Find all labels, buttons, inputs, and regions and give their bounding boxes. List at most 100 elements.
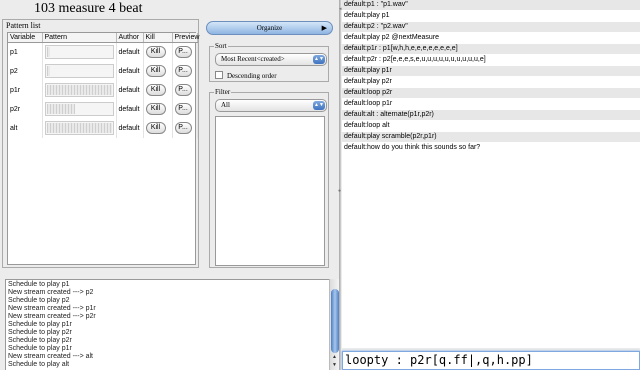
organize-button-label: Organize (256, 24, 283, 32)
pattern-table: Variable Pattern Author Kill Preview p1 d… (8, 33, 199, 138)
pattern-cell (42, 118, 117, 138)
preview-button[interactable]: P... (174, 84, 192, 96)
console-line: default:play p1r (342, 66, 640, 77)
column-header-kill[interactable]: Kill (143, 33, 173, 43)
pattern-visualizer[interactable] (44, 83, 114, 97)
schedule-log-line: New stream created ---> p2 (8, 289, 94, 296)
sort-selected-value: Most Recent<created> (221, 55, 285, 63)
preview-cell: P... (172, 42, 198, 62)
preview-button[interactable]: P... (174, 65, 192, 77)
up-down-arrows-icon: ▲▼ (313, 55, 325, 64)
column-header-variable[interactable]: Variable (8, 33, 43, 43)
sort-select[interactable]: Most Recent<created> ▲▼ (215, 53, 327, 66)
schedule-log-line: Schedule to play p1r (8, 345, 72, 352)
filter-list[interactable] (215, 116, 325, 266)
pattern-fill (46, 123, 112, 133)
schedule-log-line: Schedule to play p1 (8, 281, 70, 288)
schedule-log-line: Schedule to play alt (8, 361, 70, 368)
schedule-log-line: New stream created ---> p1r (8, 305, 96, 312)
descending-order-option[interactable]: Descending order (215, 71, 277, 81)
kill-button[interactable]: Kill (145, 103, 166, 115)
console-line: default:loop alt (342, 121, 640, 132)
pattern-visualizer[interactable] (44, 102, 114, 116)
column-header-preview[interactable]: Preview (172, 33, 199, 43)
console-line: default:p2r : p2[e,e,e,s,e,u,u,u,u,u,u,u… (342, 55, 640, 66)
console-line: default:play p2 @nextMeasure (342, 33, 640, 44)
pattern-author: default (116, 80, 144, 100)
pattern-variable: p1r (8, 80, 43, 100)
schedule-log-line: Schedule to play p2r (8, 337, 72, 344)
pattern-table-area: Variable Pattern Author Kill Preview p1 d… (7, 32, 199, 265)
schedule-log-line: Schedule to play p2 (8, 297, 70, 304)
kill-cell: Kill (143, 61, 173, 81)
pattern-table-header: Variable Pattern Author Kill Preview (8, 33, 199, 43)
kill-cell: Kill (143, 99, 173, 119)
filter-label: Filter (214, 88, 232, 96)
console-line: default:p1r : p1[w,h,h,e,e,e,e,e,e,e,e] (342, 44, 640, 55)
pattern-cell (42, 80, 117, 100)
schedule-log-line: Schedule to play p1r (8, 321, 72, 328)
pane-splitter[interactable] (339, 0, 341, 370)
kill-button[interactable]: Kill (145, 65, 166, 77)
pattern-author: default (116, 61, 144, 81)
column-header-author[interactable]: Author (116, 33, 144, 43)
console-output[interactable]: default:p1 : "p1.wav" default:play p1 defa… (342, 0, 640, 348)
sort-group: Sort Most Recent<created> ▲▼ Descending … (209, 42, 329, 82)
pattern-variable: p1 (8, 42, 43, 62)
schedule-log-line: New stream created ---> p2r (8, 313, 96, 320)
preview-cell: P... (172, 61, 198, 81)
console-line: default:play scramble(p2r,p1r) (342, 132, 640, 143)
kill-button[interactable]: Kill (145, 84, 166, 96)
measure-title: 103 measure 4 beat (34, 1, 143, 16)
pattern-list-label: Pattern list (6, 21, 41, 30)
console-line: default:how do you think this sounds so … (342, 143, 640, 154)
pattern-row[interactable]: p1 default Kill P... (8, 42, 198, 62)
pattern-visualizer[interactable] (44, 45, 114, 60)
pattern-visualizer[interactable] (44, 64, 114, 78)
filter-group: Filter All ▲▼ (209, 88, 329, 268)
schedule-log-scrollbar[interactable]: ▲ ▼ (329, 279, 339, 370)
column-header-pattern[interactable]: Pattern (42, 33, 117, 43)
kill-button[interactable]: Kill (145, 122, 166, 134)
console-line: default:loop p2r (342, 88, 640, 99)
schedule-log[interactable]: Schedule to play p1 New stream created --… (5, 279, 329, 370)
descending-order-label: Descending order (227, 72, 277, 80)
pattern-cell (42, 99, 117, 119)
pattern-fill (46, 47, 50, 58)
pattern-row[interactable]: p2r default Kill P... (8, 99, 198, 119)
console-line: default:p2 : "p2.wav" (342, 22, 640, 33)
organize-button[interactable]: Organize ▶ (206, 21, 333, 35)
console-line: default:play p2r (342, 77, 640, 88)
pattern-variable: alt (8, 118, 43, 138)
scroll-down-arrow-icon[interactable]: ▼ (330, 361, 339, 369)
kill-button[interactable]: Kill (145, 46, 166, 59)
pattern-fill (46, 66, 50, 76)
pattern-fill (46, 104, 75, 114)
pattern-row[interactable]: p1r default Kill P... (8, 80, 198, 100)
command-input[interactable]: loopty : p2r[q.ff|,q,h.pp] (342, 351, 640, 370)
splitter-grip-icon[interactable]: ● (338, 188, 341, 194)
console-line: default:play p1 (342, 11, 640, 22)
pattern-visualizer[interactable] (44, 121, 114, 135)
scrollbar-thumb[interactable] (331, 289, 339, 353)
schedule-log-line: Schedule to play p2r (8, 329, 72, 336)
pattern-row[interactable]: alt default Kill P... (8, 118, 198, 138)
preview-button[interactable]: P... (174, 46, 192, 59)
kill-cell: Kill (143, 118, 173, 138)
console-line: default:alt : alternate(p1r,p2r) (342, 110, 640, 121)
sort-label: Sort (214, 42, 228, 50)
preview-cell: P... (172, 99, 198, 119)
pattern-author: default (116, 99, 144, 119)
pattern-variable: p2r (8, 99, 43, 119)
filter-select[interactable]: All ▲▼ (215, 99, 327, 112)
up-down-arrows-icon: ▲▼ (313, 101, 325, 110)
preview-button[interactable]: P... (174, 122, 192, 134)
pattern-row[interactable]: p2 default Kill P... (8, 61, 198, 81)
descending-order-checkbox[interactable] (215, 71, 223, 79)
scroll-up-arrow-icon[interactable]: ▲ (330, 353, 339, 361)
preview-button[interactable]: P... (174, 103, 192, 115)
filter-selected-value: All (221, 101, 230, 109)
console-line: default:loop p1r (342, 99, 640, 110)
schedule-log-line: New stream created ---> alt (8, 353, 93, 360)
pattern-cell (42, 61, 117, 81)
